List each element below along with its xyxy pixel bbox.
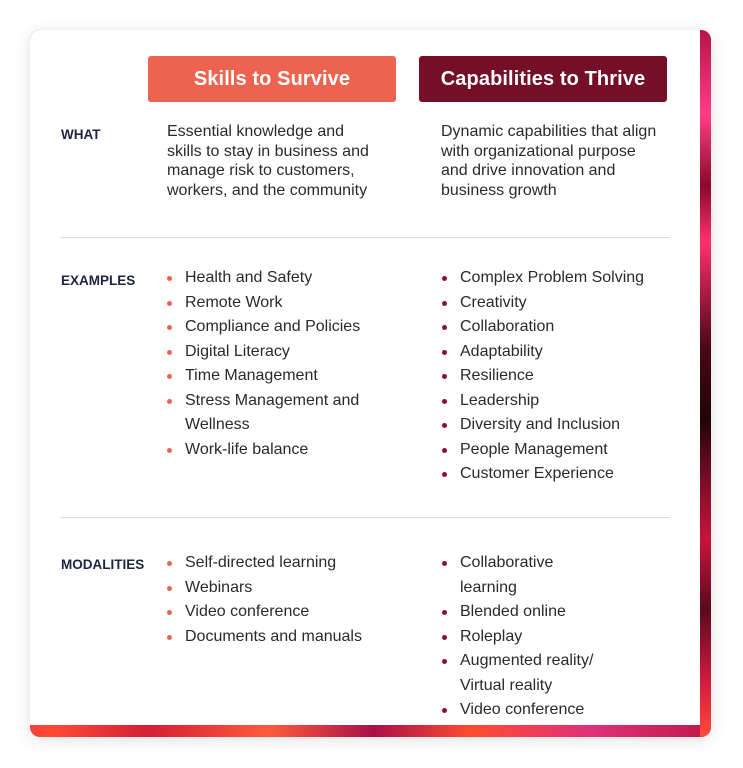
- what-thrive-description: Dynamic capabilities that align with org…: [441, 123, 657, 199]
- list-item: Augmented reality/ Virtual reality: [441, 649, 601, 698]
- list-item: Compliance and Policies: [166, 315, 381, 340]
- column-header-capabilities-to-thrive: Capabilities to Thrive: [419, 56, 667, 102]
- list-item: Collaboration: [441, 315, 681, 340]
- bullet-icon: [167, 374, 172, 379]
- bullet-icon: [442, 472, 447, 477]
- list-item: Video conference: [441, 698, 601, 723]
- list-item: Time Management: [166, 364, 381, 389]
- list-item-text: Compliance and Policies: [185, 318, 361, 335]
- bullet-icon: [442, 610, 447, 615]
- list-item-text: Leadership: [460, 391, 540, 409]
- list-item: Creativity: [441, 291, 681, 316]
- decorative-art-strip: [700, 30, 711, 737]
- bullet-icon: [167, 398, 172, 404]
- list-item-text: Collaborative learning: [460, 554, 554, 596]
- bullet-icon: [442, 374, 447, 379]
- row-label-examples: EXAMPLES: [61, 273, 136, 288]
- bullet-icon: [442, 300, 447, 306]
- list-item-text: Stress Management and Wellness: [185, 391, 360, 434]
- bullet-icon: [167, 349, 172, 355]
- bullet-icon: [167, 585, 172, 591]
- bullet-icon: [442, 325, 447, 330]
- row-divider: [61, 517, 670, 518]
- list-item: Adaptability: [441, 340, 681, 365]
- bullet-icon: [167, 561, 172, 566]
- column-header-skills-to-survive: Skills to Survive: [148, 56, 396, 102]
- content-panel: Skills to Survive Capabilities to Thrive…: [30, 30, 700, 725]
- list-item-text: Creativity: [460, 293, 527, 311]
- list-item-text: People Management: [460, 440, 608, 458]
- list-item-text: Collaboration: [460, 318, 555, 335]
- modalities-survive-list: Self-directed learning Webinars Video conf…: [166, 551, 381, 649]
- row-divider: [61, 237, 670, 238]
- bullet-icon: [442, 634, 447, 640]
- list-item: Remote Work: [166, 291, 381, 316]
- list-item-text: Digital Literacy: [185, 342, 290, 360]
- list-item-text: Health and Safety: [185, 269, 313, 286]
- list-item: Roleplay: [441, 625, 601, 650]
- list-item: Customer Experience: [441, 462, 681, 487]
- list-item-text: Webinars: [185, 578, 253, 596]
- list-item: Digital Literacy: [166, 340, 381, 365]
- bullet-icon: [167, 300, 172, 306]
- bullet-icon: [442, 276, 447, 281]
- comparison-card: Skills to Survive Capabilities to Thrive…: [30, 30, 711, 737]
- list-item-text: Augmented reality/ Virtual reality: [460, 652, 594, 694]
- list-item: Health and Safety: [166, 266, 381, 291]
- list-item: Collaborative learning: [441, 551, 601, 600]
- bullet-icon: [167, 610, 172, 615]
- list-item-text: Adaptability: [460, 342, 543, 360]
- examples-thrive-list: Complex Problem Solving Creativity Collabo…: [441, 266, 681, 487]
- list-item-text: Diversity and Inclusion: [460, 416, 621, 433]
- list-item: Blended online: [441, 600, 601, 625]
- modalities-thrive-list: Collaborative learning Blended online Role…: [441, 551, 601, 723]
- list-item: Stress Management and Wellness: [166, 389, 381, 438]
- list-item: Diversity and Inclusion: [441, 413, 681, 438]
- what-survive-description: Essential knowledge and skills to stay i…: [167, 123, 369, 199]
- bullet-icon: [167, 634, 172, 640]
- row-label-what: WHAT: [61, 127, 101, 142]
- list-item-text: Documents and manuals: [185, 627, 362, 645]
- list-item-text: Video conference: [460, 701, 585, 718]
- row-label-modalities: MODALITIES: [61, 557, 145, 572]
- list-item-text: Time Management: [185, 367, 318, 384]
- list-item-text: Work-life balance: [185, 440, 309, 458]
- list-item-text: Blended online: [460, 603, 566, 620]
- bullet-icon: [442, 349, 447, 355]
- examples-survive-list: Health and Safety Remote Work Compliance a…: [166, 266, 381, 462]
- list-item: People Management: [441, 438, 681, 463]
- list-item: Work-life balance: [166, 438, 381, 463]
- list-item-text: Self-directed learning: [185, 554, 337, 571]
- list-item-text: Complex Problem Solving: [460, 269, 645, 286]
- list-item: Complex Problem Solving: [441, 266, 681, 291]
- bullet-icon: [167, 276, 172, 281]
- bullet-icon: [442, 561, 447, 566]
- list-item: Documents and manuals: [166, 625, 381, 650]
- list-item-text: Resilience: [460, 367, 534, 384]
- bullet-icon: [442, 659, 447, 664]
- list-item-text: Remote Work: [185, 293, 283, 311]
- bullet-icon: [442, 708, 447, 713]
- list-item: Video conference: [166, 600, 381, 625]
- bullet-icon: [442, 398, 447, 404]
- list-item: Resilience: [441, 364, 681, 389]
- bullet-icon: [167, 325, 172, 330]
- bullet-icon: [442, 423, 447, 428]
- list-item-text: Video conference: [185, 603, 310, 620]
- list-item: Webinars: [166, 576, 381, 601]
- list-item-text: Customer Experience: [460, 465, 614, 482]
- list-item: Self-directed learning: [166, 551, 381, 576]
- bullet-icon: [167, 447, 172, 453]
- list-item-text: Roleplay: [460, 627, 523, 645]
- list-item: Leadership: [441, 389, 681, 414]
- bullet-icon: [442, 447, 447, 453]
